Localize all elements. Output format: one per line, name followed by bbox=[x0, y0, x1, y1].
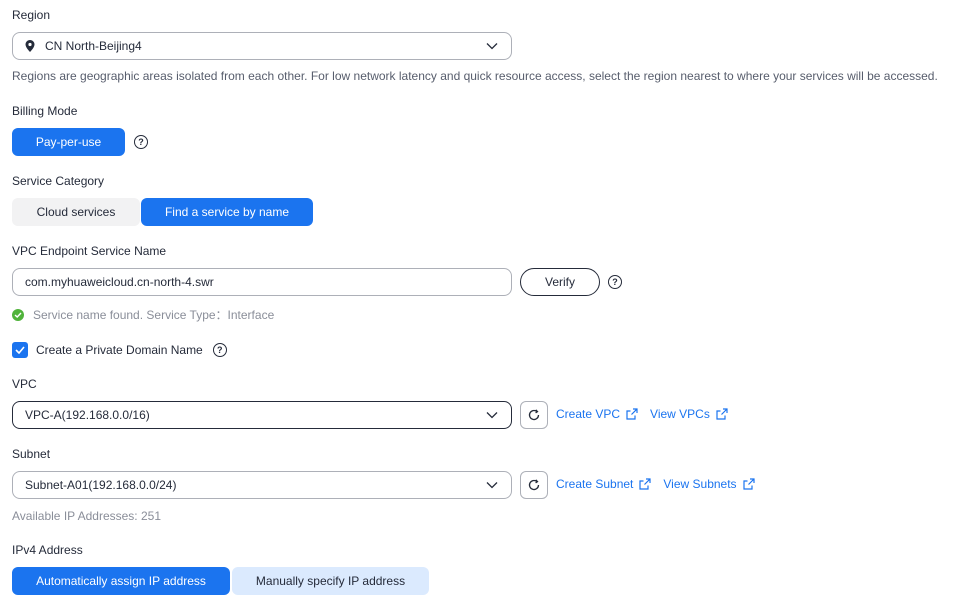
cloud-services-tab[interactable]: Cloud services bbox=[12, 198, 140, 226]
external-link-icon bbox=[716, 408, 728, 420]
vpc-label: VPC bbox=[12, 377, 37, 391]
chevron-down-icon bbox=[485, 39, 499, 53]
service-found-text: Service name found. Service Type：Interfa… bbox=[33, 308, 275, 322]
external-link-icon bbox=[639, 478, 651, 490]
vpc-links: Create VPC View VPCs bbox=[556, 407, 728, 421]
create-subnet-link[interactable]: Create Subnet bbox=[556, 477, 651, 491]
manual-ip-tab[interactable]: Manually specify IP address bbox=[232, 567, 429, 595]
private-domain-checkbox[interactable] bbox=[12, 342, 28, 358]
refresh-icon bbox=[527, 408, 541, 422]
find-service-by-name-tab[interactable]: Find a service by name bbox=[141, 198, 313, 226]
location-pin-icon bbox=[25, 40, 39, 52]
verify-button[interactable]: Verify bbox=[520, 268, 600, 296]
subnet-label: Subnet bbox=[12, 447, 51, 461]
chevron-down-icon bbox=[485, 478, 499, 492]
pay-per-use-button[interactable]: Pay-per-use bbox=[12, 128, 125, 156]
endpoint-service-name-label: VPC Endpoint Service Name bbox=[12, 244, 167, 258]
view-vpcs-link[interactable]: View VPCs bbox=[650, 407, 728, 421]
external-link-icon bbox=[742, 478, 755, 490]
region-label: Region bbox=[12, 8, 51, 22]
vpc-refresh-button[interactable] bbox=[520, 401, 548, 429]
auto-assign-ip-tab[interactable]: Automatically assign IP address bbox=[12, 567, 230, 595]
create-vpc-label: Create VPC bbox=[556, 407, 621, 421]
private-domain-help-icon[interactable]: ? bbox=[212, 343, 227, 357]
subnet-select[interactable]: Subnet-A01(192.168.0.0/24) bbox=[12, 471, 512, 499]
billing-mode-label: Billing Mode bbox=[12, 104, 78, 118]
subnet-refresh-button[interactable] bbox=[520, 471, 548, 499]
billing-help-icon[interactable]: ? bbox=[134, 135, 148, 149]
create-vpc-link[interactable]: Create VPC bbox=[556, 407, 638, 421]
view-subnets-label: View Subnets bbox=[663, 477, 737, 491]
ipv4-label: IPv4 Address bbox=[12, 543, 83, 557]
vpc-value: VPC-A(192.168.0.0/16) bbox=[25, 408, 150, 422]
vpc-select[interactable]: VPC-A(192.168.0.0/16) bbox=[12, 401, 512, 429]
available-ip-text: Available IP Addresses: 251 bbox=[12, 509, 161, 523]
endpoint-service-name-value: com.myhuaweicloud.cn-north-4.swr bbox=[25, 275, 214, 289]
subnet-links: Create Subnet View Subnets bbox=[556, 477, 755, 491]
chevron-down-icon bbox=[485, 408, 499, 422]
refresh-icon bbox=[527, 478, 541, 492]
private-domain-row: Create a Private Domain Name ? bbox=[12, 342, 227, 358]
endpoint-service-name-input[interactable]: com.myhuaweicloud.cn-north-4.swr bbox=[12, 268, 512, 296]
external-link-icon bbox=[626, 408, 638, 420]
view-vpcs-label: View VPCs bbox=[650, 407, 710, 421]
service-found-status: Service name found. Service Type：Interfa… bbox=[12, 306, 274, 323]
private-domain-label: Create a Private Domain Name bbox=[36, 343, 203, 357]
view-subnets-link[interactable]: View Subnets bbox=[663, 477, 755, 491]
verify-help-icon[interactable]: ? bbox=[608, 275, 622, 289]
subnet-value: Subnet-A01(192.168.0.0/24) bbox=[25, 478, 177, 492]
region-hint: Regions are geographic areas isolated fr… bbox=[12, 69, 938, 83]
create-subnet-label: Create Subnet bbox=[556, 477, 634, 491]
region-select[interactable]: CN North-Beijing4 bbox=[12, 32, 512, 60]
success-check-icon bbox=[12, 308, 24, 321]
service-category-label: Service Category bbox=[12, 174, 105, 188]
region-value: CN North-Beijing4 bbox=[45, 39, 142, 53]
